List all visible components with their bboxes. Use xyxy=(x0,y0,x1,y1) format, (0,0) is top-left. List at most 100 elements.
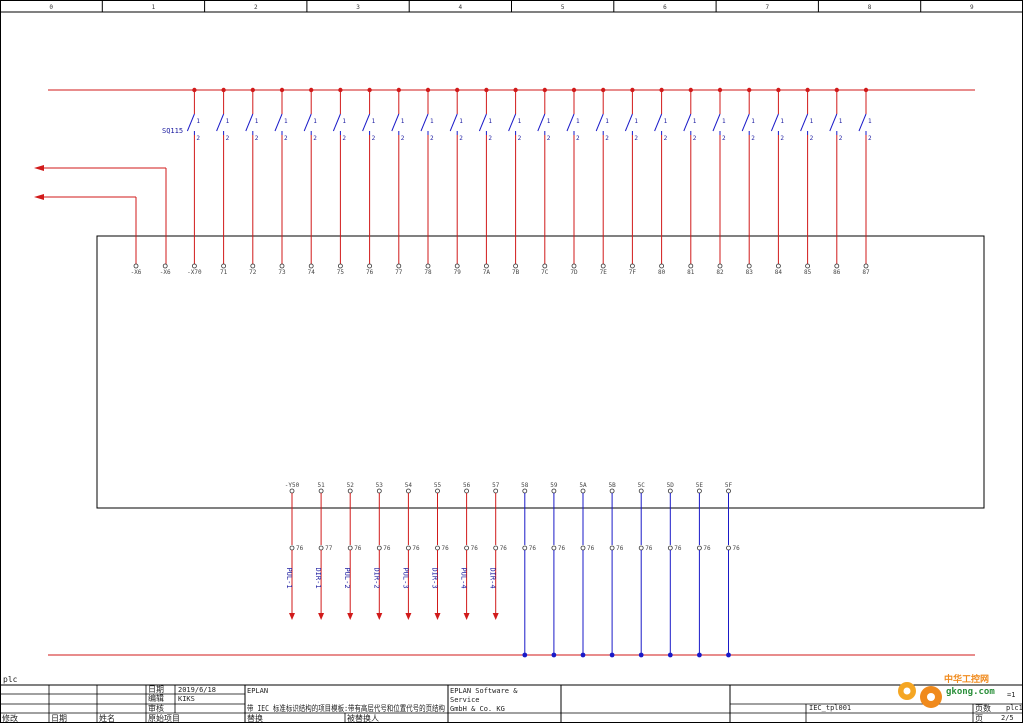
wire-number-label: 76 xyxy=(645,545,653,552)
wire-number-label: 76 xyxy=(733,545,741,552)
drawing-number: IEC_tpl001 xyxy=(809,704,851,712)
switch-contact-2: 2 xyxy=(401,135,405,142)
module-terminal-point xyxy=(289,488,295,494)
module-terminal-point xyxy=(551,488,557,494)
module-terminal-label: 5E xyxy=(696,482,704,489)
module-terminal-label: 58 xyxy=(521,482,529,489)
terminal-label: 7A xyxy=(483,269,491,276)
wire-terminal-point xyxy=(405,545,411,551)
switch-contact-2: 2 xyxy=(488,135,492,142)
switch-blade xyxy=(420,113,429,132)
signal-label: PUL-1 xyxy=(285,567,293,588)
module-terminal-label: -Y50 xyxy=(285,482,300,489)
company-name: EPLAN xyxy=(247,687,268,695)
terminal-point xyxy=(250,263,256,269)
switch-contact-2: 2 xyxy=(284,135,288,142)
switch-blade xyxy=(800,113,809,132)
switch-contact-2: 2 xyxy=(868,135,872,142)
signal-label: DIR-1 xyxy=(314,567,322,588)
switch-blade xyxy=(858,113,867,132)
terminal-label: 86 xyxy=(833,269,841,276)
output-arrow xyxy=(347,613,354,620)
switch-contact-2: 2 xyxy=(196,135,200,142)
terminal-point xyxy=(600,263,606,269)
corner-label: plc xyxy=(3,675,18,684)
zone-label: 5 xyxy=(561,4,565,11)
module-terminal-point xyxy=(493,488,499,494)
terminal-point xyxy=(162,263,168,269)
switch-contact-1: 1 xyxy=(576,118,580,125)
switch-contact-1: 1 xyxy=(196,118,200,125)
title-block-footer: 修改 日期 姓名 原始项目 替换 被替换人 xyxy=(2,713,379,723)
switch-device-tag: SQ115 xyxy=(162,127,183,135)
switch-contact-2: 2 xyxy=(634,135,638,142)
signal-label: DIR-2 xyxy=(372,567,380,588)
switch-contact-1: 1 xyxy=(430,118,434,125)
module-terminal-point xyxy=(347,488,353,494)
wire-number-label: 76 xyxy=(558,545,566,552)
terminal-point xyxy=(425,263,431,269)
module-terminal-point xyxy=(609,488,615,494)
terminal-point xyxy=(571,263,577,269)
switch-contact-1: 1 xyxy=(255,118,259,125)
module-terminal-point xyxy=(726,488,731,494)
footer-label: 原始项目 xyxy=(148,713,180,723)
terminal-label: 87 xyxy=(862,269,870,276)
switch-blade xyxy=(216,113,225,132)
watermark-domain: gkong.com xyxy=(946,687,995,697)
terminal-label: 78 xyxy=(424,269,432,276)
terminal-point xyxy=(688,263,694,269)
switch-blade xyxy=(741,113,750,132)
wire-terminal-point xyxy=(667,545,673,551)
switch-blade xyxy=(303,113,312,132)
switch-contact-1: 1 xyxy=(459,118,463,125)
input-arrow-2 xyxy=(34,194,137,266)
output-arrow xyxy=(463,613,470,620)
output-arrow xyxy=(376,613,383,620)
terminal-point xyxy=(221,263,227,269)
signal-label: PUL-2 xyxy=(343,567,351,588)
zone-label: 4 xyxy=(459,4,463,11)
footer-label: 替换 xyxy=(247,713,263,723)
wire-number-label: 76 xyxy=(471,545,479,552)
switch-contact-2: 2 xyxy=(430,135,434,142)
rail-junction-dot xyxy=(667,652,673,658)
switch-blade xyxy=(654,113,663,132)
switch-blade xyxy=(829,113,838,132)
terminal-point xyxy=(746,263,752,269)
switch-contact-1: 1 xyxy=(226,118,230,125)
rail-junction-dot xyxy=(638,652,644,658)
wire-number-label: 77 xyxy=(325,545,333,552)
signal-label: PUL-4 xyxy=(460,567,468,588)
switch-blade xyxy=(537,113,546,132)
zone-label: 7 xyxy=(765,4,769,11)
terminal-point xyxy=(133,263,139,269)
wire-number-label: 76 xyxy=(500,545,508,552)
wire-terminal-point xyxy=(638,545,644,551)
switch-blade xyxy=(712,113,721,132)
switch-contact-1: 1 xyxy=(518,118,522,125)
terminal-label: 76 xyxy=(366,269,374,276)
module-terminal-label: 5A xyxy=(579,482,587,489)
module-terminal-point xyxy=(376,488,382,494)
module-terminal-label: 53 xyxy=(376,482,384,489)
switch-contact-1: 1 xyxy=(780,118,784,125)
switch-contact-2: 2 xyxy=(576,135,580,142)
switch-contact-1: 1 xyxy=(342,118,346,125)
sheet-value: 2/5 xyxy=(1001,714,1014,722)
terminal-label: 7D xyxy=(570,269,578,276)
terminal-label: 73 xyxy=(278,269,286,276)
vendor-line-3: GmbH & Co. KG xyxy=(450,705,505,713)
wire-number-label: 76 xyxy=(383,545,391,552)
switch-blade xyxy=(186,113,195,132)
terminal-label: 85 xyxy=(804,269,812,276)
switch-contact-2: 2 xyxy=(255,135,259,142)
switch-contact-1: 1 xyxy=(839,118,843,125)
footer-label: 修改 xyxy=(2,713,18,723)
switch-blade xyxy=(449,113,458,132)
module-terminal-label: 5D xyxy=(667,482,675,489)
top-terminal-group: -X6 -X6 -X70 71 72 73 74 75 76 77 78 79 7A 7B 7C 7D 7E 7F… xyxy=(131,263,870,276)
module-terminal-point xyxy=(638,488,644,494)
switch-contact-2: 2 xyxy=(751,135,755,142)
terminal-point xyxy=(513,263,518,269)
